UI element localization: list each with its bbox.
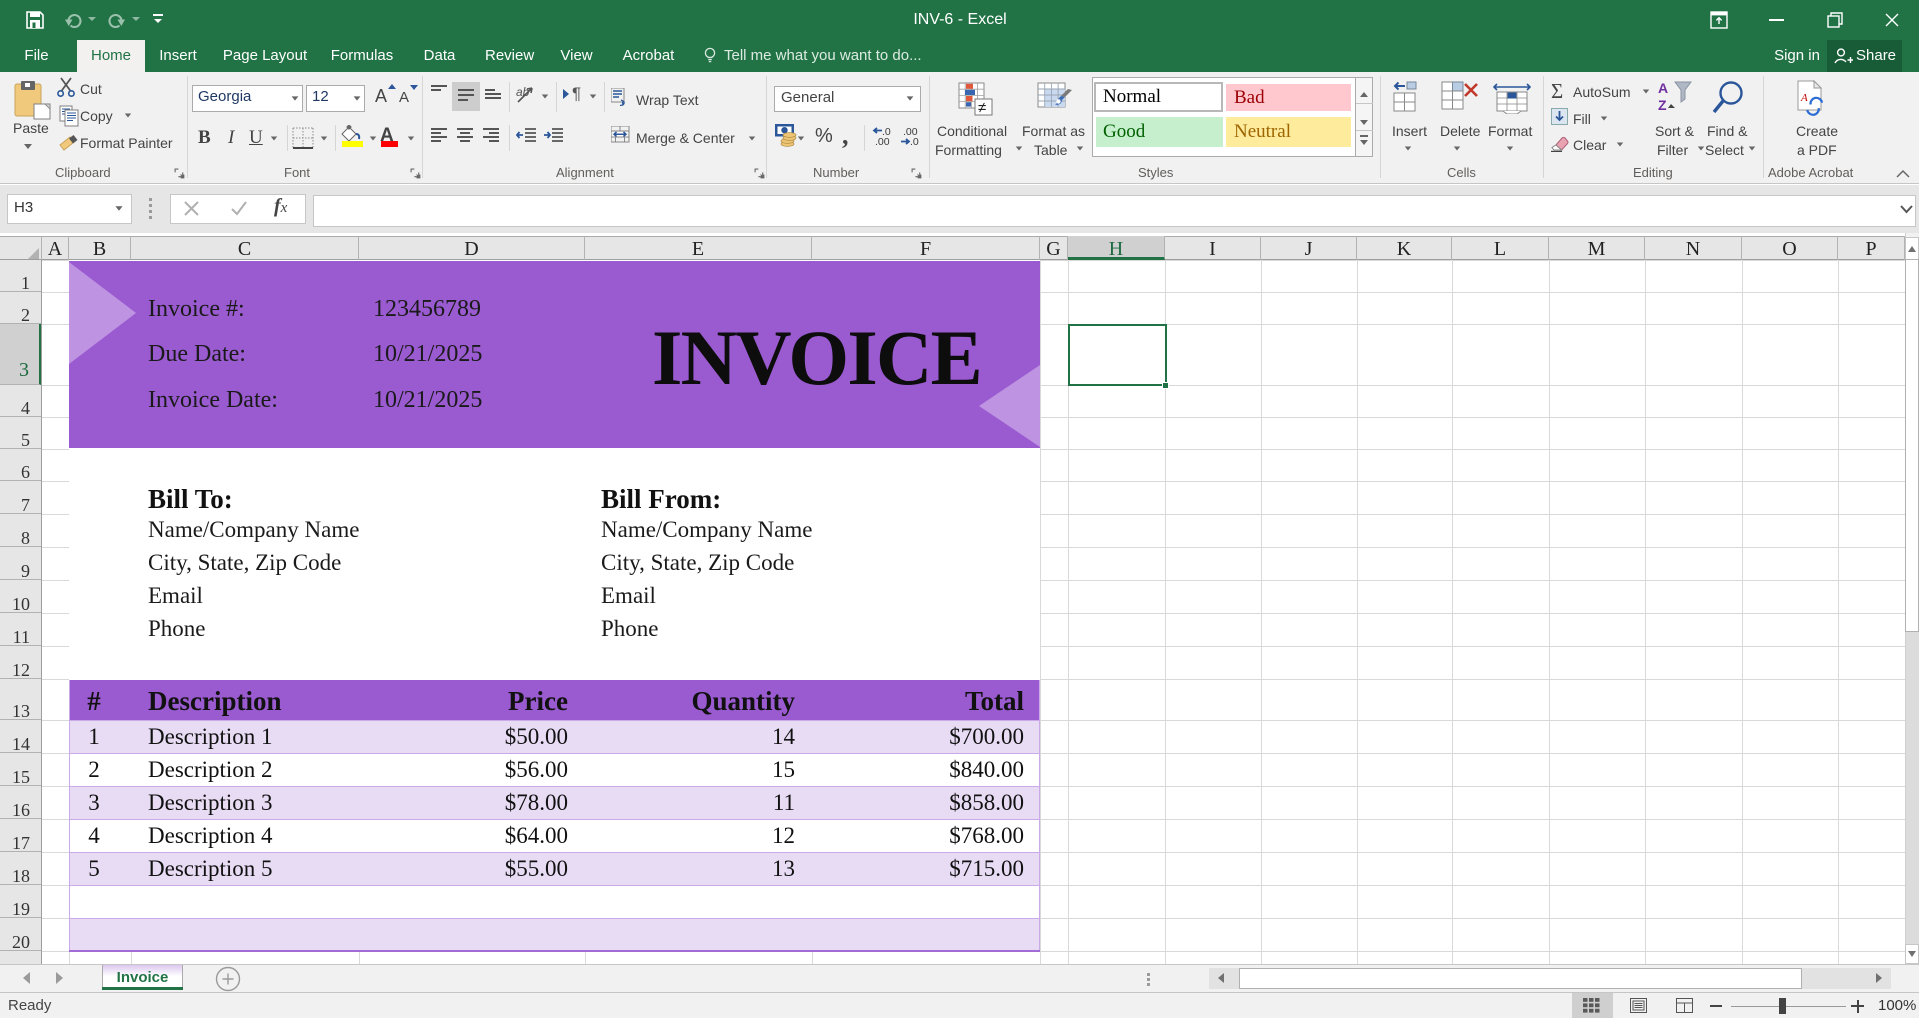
svg-text:.00: .00 <box>875 136 890 146</box>
svg-text:Z: Z <box>1658 97 1667 113</box>
svg-text:A: A <box>1800 92 1808 104</box>
svg-text:ab: ab <box>516 85 530 99</box>
svg-text:.0: .0 <box>910 136 919 146</box>
svg-text:≠: ≠ <box>978 100 986 117</box>
svg-text:A: A <box>1658 80 1668 96</box>
